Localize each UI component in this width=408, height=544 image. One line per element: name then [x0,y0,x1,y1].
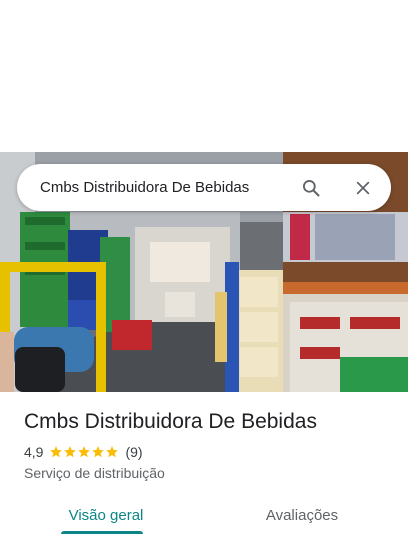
star-icon [64,446,77,458]
place-title: Cmbs Distribuidora De Bebidas [24,410,317,433]
star-icon [50,446,63,458]
place-tabs: Visão geral Avaliações [0,495,408,544]
star-icon [106,446,119,458]
search-input[interactable]: Cmbs Distribuidora De Bebidas [40,179,299,196]
star-rating [49,445,119,459]
active-tab-indicator [61,531,143,534]
rating-value: 4,9 [24,444,44,460]
close-icon[interactable] [351,176,375,200]
place-category: Serviço de distribuição [24,465,165,481]
search-icon[interactable] [299,176,323,200]
tab-overview[interactable]: Visão geral [0,495,212,535]
star-icon [78,446,91,458]
star-icon [92,446,105,458]
search-bar[interactable]: Cmbs Distribuidora De Bebidas [17,164,391,211]
review-count[interactable]: (9) [125,444,142,460]
tab-reviews[interactable]: Avaliações [200,495,404,535]
rating-row[interactable]: 4,9 (9) [24,444,143,460]
